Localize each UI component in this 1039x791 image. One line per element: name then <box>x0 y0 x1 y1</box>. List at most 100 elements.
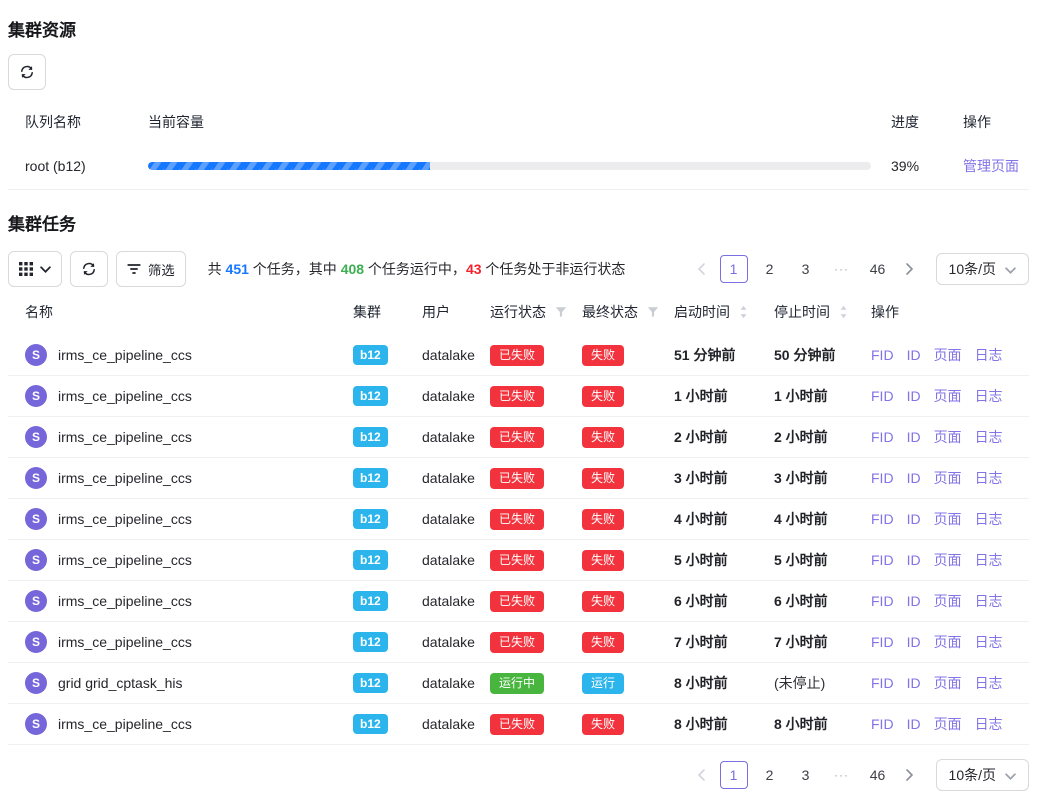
log-link[interactable]: 日志 <box>975 673 1003 693</box>
user-name: datalake <box>422 470 490 486</box>
run-status-badge: 已失败 <box>490 550 544 571</box>
filter-lines-icon <box>127 262 141 276</box>
final-status-badge: 失败 <box>582 550 624 571</box>
start-time: 4 小时前 <box>674 509 774 529</box>
page-link[interactable]: 页面 <box>934 468 962 488</box>
id-link[interactable]: ID <box>907 634 921 650</box>
id-link[interactable]: ID <box>907 716 921 732</box>
running-count: 408 <box>341 261 364 277</box>
page-number-3[interactable]: 3 <box>792 255 820 283</box>
prev-page-button[interactable] <box>688 255 716 283</box>
capacity-progress-bar <box>148 162 871 170</box>
final-status-badge: 失败 <box>582 345 624 366</box>
page-size-select[interactable]: 10条/页 <box>936 759 1029 791</box>
page-ellipsis[interactable]: ··· <box>828 761 856 789</box>
next-page-button[interactable] <box>896 761 924 789</box>
page-link[interactable]: 页面 <box>934 386 962 406</box>
page-link[interactable]: 页面 <box>934 509 962 529</box>
fid-link[interactable]: FID <box>871 716 894 732</box>
filter-button[interactable]: 筛选 <box>116 251 186 287</box>
user-name: datalake <box>422 429 490 445</box>
page-link[interactable]: 页面 <box>934 345 962 365</box>
page-link[interactable]: 页面 <box>934 632 962 652</box>
start-time: 6 小时前 <box>674 591 774 611</box>
table-row: S irms_ce_pipeline_ccs b12 datalake 已失败 … <box>8 335 1029 376</box>
page-number-1[interactable]: 1 <box>720 255 748 283</box>
cluster-resources-title: 集群资源 <box>8 16 1029 41</box>
stop-time: 4 小时前 <box>774 509 871 529</box>
pagination: 123 ··· 46 10条/页 <box>688 759 1029 791</box>
final-status-badge: 失败 <box>582 591 624 612</box>
fid-link[interactable]: FID <box>871 634 894 650</box>
fid-link[interactable]: FID <box>871 675 894 691</box>
stop-time: 2 小时前 <box>774 427 871 447</box>
page-link[interactable]: 页面 <box>934 550 962 570</box>
fid-link[interactable]: FID <box>871 470 894 486</box>
fid-link[interactable]: FID <box>871 347 894 363</box>
view-mode-button[interactable] <box>8 251 62 287</box>
user-header: 用户 <box>422 302 490 322</box>
run-status-badge: 已失败 <box>490 591 544 612</box>
page-number-2[interactable]: 2 <box>756 255 784 283</box>
refresh-button[interactable] <box>8 54 46 90</box>
page-size-select[interactable]: 10条/页 <box>936 253 1029 285</box>
cluster-tag: b12 <box>353 468 388 488</box>
page-number-1[interactable]: 1 <box>720 761 748 789</box>
page-link[interactable]: 页面 <box>934 427 962 447</box>
next-page-button[interactable] <box>896 255 924 283</box>
id-link[interactable]: ID <box>907 470 921 486</box>
task-summary: 共 451 个任务，其中 408 个任务运行中，43 个任务处于非运行状态 <box>208 259 626 279</box>
task-name: irms_ce_pipeline_ccs <box>58 552 192 568</box>
id-link[interactable]: ID <box>907 511 921 527</box>
start-time: 3 小时前 <box>674 468 774 488</box>
id-link[interactable]: ID <box>907 675 921 691</box>
fid-link[interactable]: FID <box>871 552 894 568</box>
id-link[interactable]: ID <box>907 593 921 609</box>
table-row: S irms_ce_pipeline_ccs b12 datalake 已失败 … <box>8 622 1029 663</box>
stop-time: 7 小时前 <box>774 632 871 652</box>
log-link[interactable]: 日志 <box>975 632 1003 652</box>
log-link[interactable]: 日志 <box>975 714 1003 734</box>
run-status-badge: 已失败 <box>490 714 544 735</box>
page-number-2[interactable]: 2 <box>756 761 784 789</box>
final-status-badge: 失败 <box>582 386 624 407</box>
sorter-icon[interactable] <box>839 305 848 319</box>
table-row: S grid grid_cptask_his b12 datalake 运行中 … <box>8 663 1029 704</box>
log-link[interactable]: 日志 <box>975 468 1003 488</box>
log-link[interactable]: 日志 <box>975 509 1003 529</box>
manage-page-link[interactable]: 管理页面 <box>963 158 1019 174</box>
progress-value: 39% <box>891 158 941 174</box>
id-link[interactable]: ID <box>907 429 921 445</box>
log-link[interactable]: 日志 <box>975 386 1003 406</box>
sorter-icon[interactable] <box>739 305 748 319</box>
id-link[interactable]: ID <box>907 552 921 568</box>
fid-link[interactable]: FID <box>871 511 894 527</box>
cluster-tag: b12 <box>353 386 388 406</box>
run-status-header: 运行状态 <box>490 302 546 322</box>
total-count: 451 <box>226 261 249 277</box>
filter-funnel-icon[interactable] <box>555 306 567 318</box>
cluster-tag: b12 <box>353 714 388 734</box>
page-link[interactable]: 页面 <box>934 673 962 693</box>
page-link[interactable]: 页面 <box>934 714 962 734</box>
log-link[interactable]: 日志 <box>975 427 1003 447</box>
page-link[interactable]: 页面 <box>934 591 962 611</box>
fid-link[interactable]: FID <box>871 388 894 404</box>
fid-link[interactable]: FID <box>871 429 894 445</box>
refresh-tasks-button[interactable] <box>70 251 108 287</box>
fid-link[interactable]: FID <box>871 593 894 609</box>
prev-page-button[interactable] <box>688 761 716 789</box>
log-link[interactable]: 日志 <box>975 591 1003 611</box>
action-header: 操作 <box>871 302 1029 322</box>
page-number-3[interactable]: 3 <box>792 761 820 789</box>
id-link[interactable]: ID <box>907 347 921 363</box>
page-number-46[interactable]: 46 <box>864 761 892 789</box>
log-link[interactable]: 日志 <box>975 550 1003 570</box>
log-link[interactable]: 日志 <box>975 345 1003 365</box>
id-link[interactable]: ID <box>907 388 921 404</box>
filter-funnel-icon[interactable] <box>647 306 659 318</box>
action-header: 操作 <box>941 112 1029 132</box>
page-number-46[interactable]: 46 <box>864 255 892 283</box>
table-row: S irms_ce_pipeline_ccs b12 datalake 已失败 … <box>8 704 1029 745</box>
page-ellipsis[interactable]: ··· <box>828 255 856 283</box>
